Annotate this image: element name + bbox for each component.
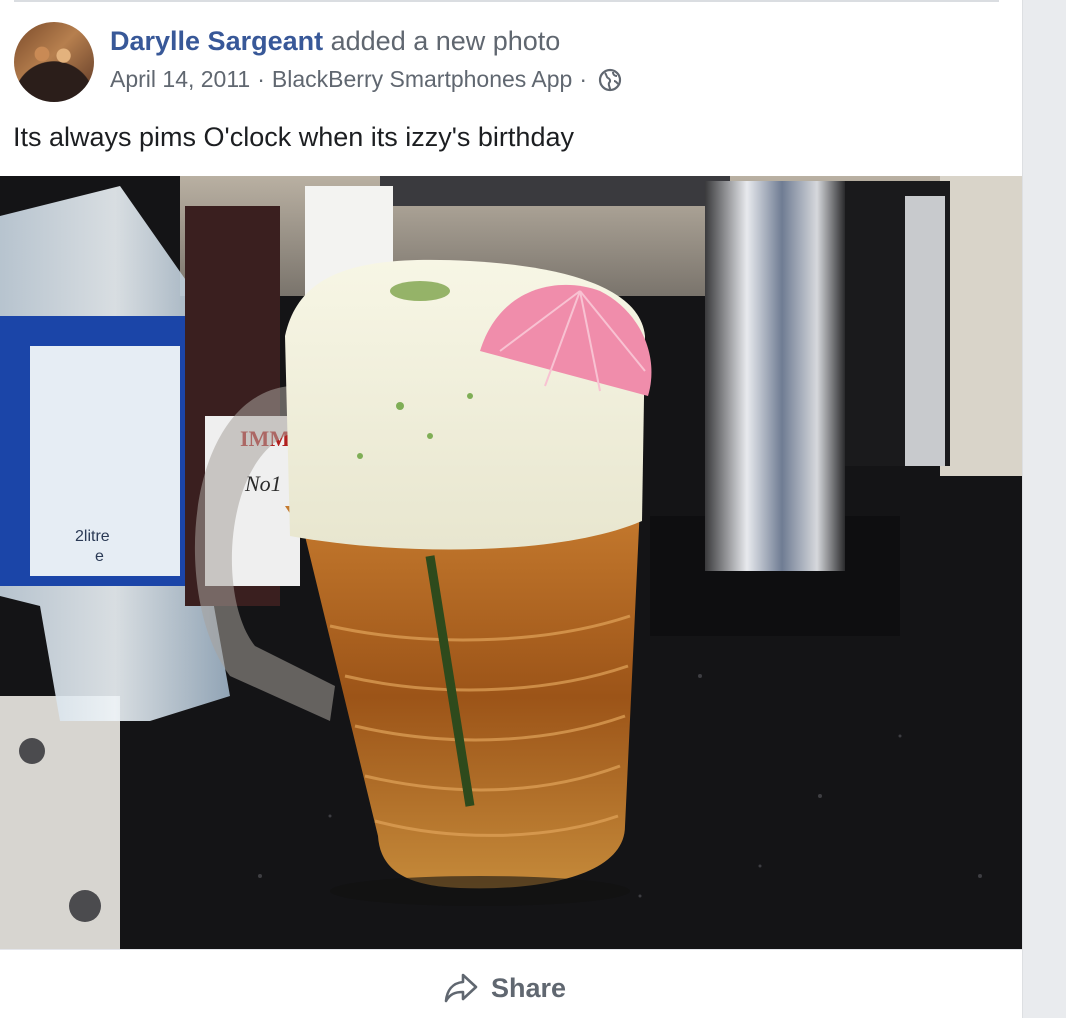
page-background-gutter	[1022, 0, 1066, 1018]
bottle-label-text: 2litre	[75, 528, 110, 545]
post-meta: April 14, 2011 · BlackBerry Smartphones …	[110, 66, 622, 93]
meta-separator: ·	[257, 66, 265, 92]
pimms-label-number: No1	[244, 471, 282, 496]
author-avatar[interactable]	[14, 22, 94, 102]
author-name-link[interactable]: Darylle Sargeant	[110, 26, 323, 56]
top-divider	[14, 0, 999, 2]
post-action-text: added a new photo	[330, 26, 561, 56]
meta-separator-2: ·	[579, 66, 588, 92]
pimms-jug-photo: 2litre e IMM No1	[0, 176, 1022, 949]
post-card: Darylle Sargeant added a new photo April…	[0, 0, 1022, 1018]
post-photo[interactable]: 2litre e IMM No1	[0, 176, 1022, 949]
post-date-link[interactable]: April 14, 2011	[110, 66, 250, 93]
bottle-label-mark: e	[95, 548, 104, 565]
post-text: Its always pims O'clock when its izzy's …	[13, 122, 574, 152]
share-arrow-icon	[444, 973, 478, 1003]
share-label: Share	[491, 972, 567, 1003]
globe-icon[interactable]	[598, 68, 622, 92]
share-button[interactable]: Share	[443, 968, 566, 1008]
source-app-link[interactable]: BlackBerry Smartphones App	[272, 66, 572, 93]
post-header-line: Darylle Sargeant added a new photo	[110, 26, 560, 57]
